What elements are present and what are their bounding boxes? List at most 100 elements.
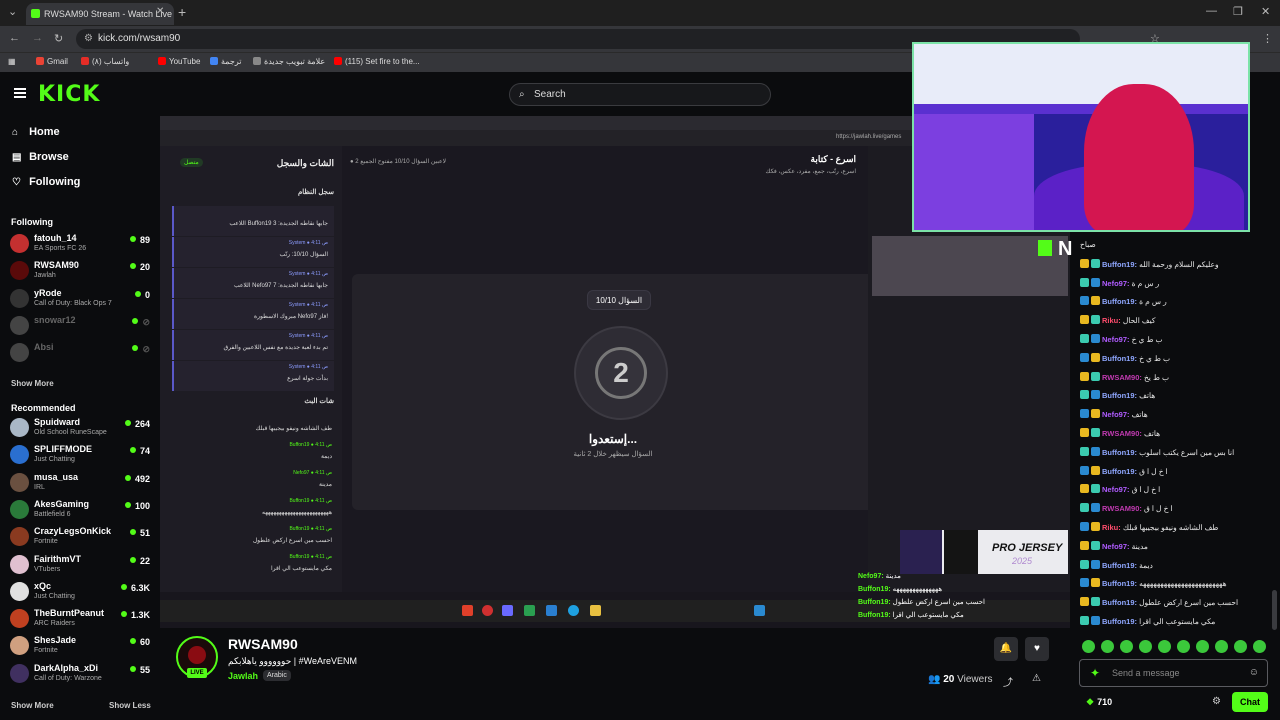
send-chat-button[interactable]: Chat bbox=[1232, 692, 1268, 712]
chat-message-input[interactable]: ✦ Send a message ☺ bbox=[1079, 659, 1268, 687]
emote-icon[interactable] bbox=[1139, 640, 1152, 653]
browser-menu-icon[interactable]: ⋮ bbox=[1262, 32, 1273, 45]
sidebar-channel[interactable]: AkesGaming Battlefield 6 100 bbox=[10, 498, 150, 524]
sidebar-channel[interactable]: Absi ⊘ bbox=[10, 341, 150, 367]
sidebar-channel[interactable]: CrazyLegsOnKick Fortnite 51 bbox=[10, 525, 150, 551]
chat-username[interactable]: RWSAM90: bbox=[1102, 504, 1142, 513]
tab-close-icon[interactable]: ✕ bbox=[156, 6, 164, 17]
forward-icon[interactable]: → bbox=[32, 32, 43, 44]
chat-username[interactable]: Buffon19: bbox=[1102, 598, 1137, 607]
nav-home[interactable]: ⌂ Home bbox=[12, 126, 60, 138]
sidebar-channel[interactable]: TheBurntPeanut ARC Raiders 1.3K bbox=[10, 607, 150, 633]
bookmark-youtube[interactable]: YouTube bbox=[158, 57, 200, 66]
bookmark-translate[interactable]: ترجمة bbox=[210, 57, 242, 66]
chat-text: ب ط يخ bbox=[1143, 372, 1170, 382]
sidebar-channel[interactable]: xQc Just Chatting 6.3K bbox=[10, 580, 150, 606]
new-tab-button[interactable]: + bbox=[178, 4, 186, 20]
bookmark-song[interactable]: (115) Set fire to the... bbox=[334, 57, 420, 66]
panel-title: الشات والسجل bbox=[276, 158, 334, 168]
emoji-icon[interactable]: ☺ bbox=[1249, 660, 1259, 686]
emote-icon[interactable] bbox=[1177, 640, 1190, 653]
reload-icon[interactable]: ↻ bbox=[54, 32, 63, 45]
log-text: تم بدء لعبة جديدة مع نفس اللاعبين والفرق bbox=[223, 345, 328, 351]
badge-icon bbox=[1091, 578, 1100, 588]
chat-username[interactable]: Riku: bbox=[1102, 523, 1121, 532]
streamer-name[interactable]: RWSAM90 bbox=[228, 636, 298, 652]
emote-icon[interactable] bbox=[1101, 640, 1114, 653]
channel-viewers: 89 bbox=[130, 235, 150, 245]
chat-username[interactable]: Buffon19: bbox=[1102, 467, 1137, 476]
search-input[interactable]: ⌕ Search bbox=[509, 83, 771, 106]
sidebar-channel[interactable]: snowar12 ⊘ bbox=[10, 314, 150, 340]
emote-icon[interactable] bbox=[1253, 640, 1266, 653]
chat-username[interactable]: Buffon19: bbox=[1102, 354, 1137, 363]
chat-message: RWSAM90: ا خ ل ا ق bbox=[1080, 503, 1270, 519]
apps-grid-icon[interactable]: ▦ bbox=[8, 57, 16, 66]
emote-icon[interactable] bbox=[1120, 640, 1133, 653]
channel-viewers: 51 bbox=[130, 528, 150, 538]
nav-following[interactable]: ♡ Following bbox=[12, 176, 80, 188]
tab-search-icon[interactable]: ⌄ bbox=[8, 5, 17, 18]
sidebar-channel[interactable]: musa_usa IRL 492 bbox=[10, 471, 150, 497]
browser-tab[interactable]: RWSAM90 Stream - Watch Live bbox=[26, 3, 174, 25]
report-icon[interactable]: ⚠ bbox=[1032, 673, 1041, 684]
badge-icon bbox=[1091, 390, 1100, 400]
chat-username[interactable]: Buffon19: bbox=[1102, 260, 1137, 269]
sidebar-channel[interactable]: SPLIFFMODE Just Chatting 74 bbox=[10, 443, 150, 469]
chat-username[interactable]: Nefo97: bbox=[1102, 410, 1130, 419]
chat-username[interactable]: Nefo97: bbox=[1102, 485, 1130, 494]
chat-username[interactable]: Buffon19: bbox=[1102, 579, 1137, 588]
chat-username[interactable]: Buffon19: bbox=[1102, 297, 1137, 306]
sidebar-channel[interactable]: Spuidward Old School RuneScape 264 bbox=[10, 416, 150, 442]
sidebar-channel[interactable]: ShesJade Fortnite 60 bbox=[10, 634, 150, 660]
notification-bell-button[interactable]: 🔔 bbox=[994, 637, 1018, 661]
back-icon[interactable]: ← bbox=[9, 32, 20, 44]
minimize-icon[interactable]: — bbox=[1206, 5, 1217, 17]
sidebar-channel[interactable]: RWSAM90 Jawlah 20 bbox=[10, 259, 150, 285]
bookmark-whatsapp[interactable]: واتساب (٨) bbox=[81, 57, 129, 66]
chat-username[interactable]: Buffon19: bbox=[1102, 561, 1137, 570]
maximize-icon[interactable]: ❐ bbox=[1233, 5, 1243, 18]
sidebar-channel[interactable]: FairithmVT VTubers 22 bbox=[10, 553, 150, 579]
kick-logo[interactable]: KICK bbox=[38, 82, 100, 107]
chat-username[interactable]: RWSAM90: bbox=[1102, 429, 1142, 438]
chat-username[interactable]: Riku: bbox=[1102, 316, 1121, 325]
channel-avatar bbox=[10, 288, 29, 308]
chat-settings-icon[interactable]: ⚙ bbox=[1212, 696, 1221, 707]
room-chat-heading: شات البث bbox=[304, 398, 334, 405]
show-less-recommended[interactable]: Show Less bbox=[109, 701, 151, 710]
app-icon bbox=[568, 605, 579, 616]
share-icon[interactable]: ⤴ bbox=[1003, 674, 1013, 689]
sidebar-channel[interactable]: DarkAlpha_xDi Call of Duty: Warzone 55 bbox=[10, 662, 150, 688]
site-info-icon[interactable]: ⚙ bbox=[84, 29, 93, 49]
emote-icon[interactable] bbox=[1082, 640, 1095, 653]
chat-username[interactable]: RWSAM90: bbox=[1102, 373, 1142, 382]
bookmark-new-tab[interactable]: علامة تبويب جديدة bbox=[253, 57, 325, 66]
emote-icon[interactable] bbox=[1215, 640, 1228, 653]
sidebar-channel[interactable]: yRode Call of Duty: Black Ops 7 0 bbox=[10, 287, 150, 313]
channel-name: fatouh_14 bbox=[34, 233, 77, 243]
follow-heart-button[interactable]: ♥ bbox=[1025, 637, 1049, 661]
chat-username[interactable]: Buffon19: bbox=[1102, 617, 1137, 626]
chat-username[interactable]: Nefo97: bbox=[1102, 279, 1130, 288]
emote-icon[interactable] bbox=[1234, 640, 1247, 653]
badge-icon bbox=[1080, 371, 1089, 381]
chat-username[interactable]: Buffon19: bbox=[1102, 391, 1137, 400]
close-window-icon[interactable]: ✕ bbox=[1261, 5, 1270, 18]
game-subtitle: اسرع، رتّب، جمع، مفرد، عكس، فكك bbox=[765, 169, 856, 175]
nav-browse[interactable]: ▤ Browse bbox=[12, 151, 69, 163]
show-more-recommended[interactable]: Show More bbox=[11, 701, 54, 710]
sidebar-channel[interactable]: fatouh_14 EA Sports FC 26 89 bbox=[10, 232, 150, 258]
chat-username[interactable]: Buffon19: bbox=[1102, 448, 1137, 457]
bookmark-gmail[interactable]: Gmail bbox=[36, 57, 68, 66]
emote-icon[interactable] bbox=[1196, 640, 1209, 653]
menu-icon[interactable] bbox=[14, 88, 26, 98]
show-more-following[interactable]: Show More bbox=[11, 379, 54, 388]
language-tag[interactable]: Arabic bbox=[263, 670, 291, 681]
chat-scrollbar[interactable] bbox=[1272, 590, 1277, 630]
chat-username[interactable]: Nefo97: bbox=[1102, 542, 1130, 551]
stream-category[interactable]: Jawlah bbox=[228, 671, 258, 681]
chat-username[interactable]: Nefo97: bbox=[1102, 335, 1130, 344]
emote-icon[interactable] bbox=[1158, 640, 1171, 653]
channel-points[interactable]: ❖ 710 bbox=[1086, 697, 1112, 708]
